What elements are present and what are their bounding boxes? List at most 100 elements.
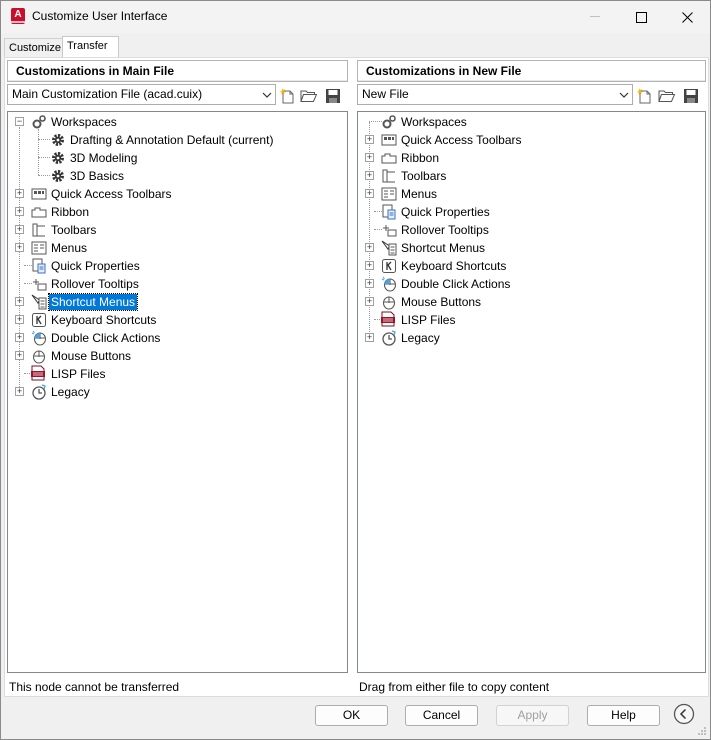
gear-icon	[52, 170, 64, 182]
tree-node-menus[interactable]: + Menus	[358, 185, 705, 203]
tree-node-double-click-actions[interactable]: + Double Click Actions	[8, 329, 347, 347]
tree-node-mouse-buttons[interactable]: + Mouse Buttons	[8, 347, 347, 365]
expand-toggle-icon[interactable]: +	[15, 207, 24, 216]
right-tree-view[interactable]: Workspaces + Quick Access Toolbars + Rib…	[357, 111, 706, 673]
expand-toggle-icon[interactable]: +	[365, 279, 374, 288]
tree-node-quick-properties[interactable]: Quick Properties	[8, 257, 347, 275]
double-click-mouse-icon	[31, 330, 46, 346]
tree-node-quick-properties[interactable]: Quick Properties	[358, 203, 705, 221]
tree-node-mouse-buttons[interactable]: + Mouse Buttons	[358, 293, 705, 311]
tab-transfer[interactable]: Transfer	[62, 36, 119, 58]
legacy-clock-icon	[382, 330, 396, 346]
tree-node-workspace-3d-basics[interactable]: 3D Basics	[8, 167, 347, 185]
expand-toggle-icon[interactable]: +	[15, 333, 24, 342]
tree-node-label: Shortcut Menus	[47, 293, 139, 311]
tree-node-workspace-drafting[interactable]: Drafting & Annotation Default (current)	[8, 131, 347, 149]
tree-node-legacy[interactable]: + Legacy	[358, 329, 705, 347]
tree-node-rollover-tooltips[interactable]: Rollover Tooltips	[8, 275, 347, 293]
tree-node-label: Toolbars	[401, 169, 447, 183]
tree-node-keyboard-shortcuts[interactable]: + Keyboard Shortcuts	[358, 257, 705, 275]
expand-toggle-icon[interactable]: +	[365, 135, 374, 144]
tree-node-label: Double Click Actions	[401, 277, 511, 291]
tree-node-ribbon[interactable]: + Ribbon	[8, 203, 347, 221]
apply-button[interactable]: Apply	[496, 705, 569, 726]
ribbon-icon	[31, 207, 47, 218]
customize-ui-dialog: A Customize User Interface Customize Tra…	[0, 0, 711, 740]
minimize-button[interactable]	[572, 1, 618, 33]
ok-button[interactable]: OK	[315, 705, 388, 726]
quick-access-toolbar-icon	[31, 188, 47, 200]
cancel-button[interactable]: Cancel	[405, 705, 478, 726]
workspace-gears-icon	[32, 115, 46, 129]
expand-toggle-icon[interactable]: +	[15, 243, 24, 252]
left-file-select[interactable]: Main Customization File (acad.cuix)	[7, 84, 276, 105]
expand-toggle-icon[interactable]: +	[365, 297, 374, 306]
tree-node-double-click-actions[interactable]: + Double Click Actions	[358, 275, 705, 293]
expand-toggle-icon[interactable]: +	[365, 189, 374, 198]
gear-icon	[52, 134, 64, 146]
expand-toggle-icon[interactable]: +	[365, 261, 374, 270]
expand-toggle-icon[interactable]: +	[15, 189, 24, 198]
tree-node-ribbon[interactable]: + Ribbon	[358, 149, 705, 167]
expand-toggle-icon[interactable]: +	[15, 315, 24, 324]
left-open-file-button[interactable]	[299, 86, 319, 106]
tree-node-label: LISP Files	[51, 367, 106, 381]
tree-node-workspaces[interactable]: Workspaces	[358, 113, 705, 131]
expand-toggle-icon[interactable]: +	[365, 171, 374, 180]
ribbon-icon	[381, 153, 397, 164]
tree-node-toolbars[interactable]: + Toolbars	[8, 221, 347, 239]
tree-node-keyboard-shortcuts[interactable]: + Keyboard Shortcuts	[8, 311, 347, 329]
tree-node-lisp-files[interactable]: LISP Files	[358, 311, 705, 329]
tab-customize[interactable]: Customize	[4, 38, 63, 58]
tree-node-quick-access-toolbars[interactable]: + Quick Access Toolbars	[358, 131, 705, 149]
right-new-file-button[interactable]	[635, 86, 655, 106]
tree-node-label: Mouse Buttons	[51, 349, 132, 363]
left-new-file-button[interactable]	[278, 86, 298, 106]
expand-toggle-icon[interactable]: +	[365, 243, 374, 252]
shortcut-menu-icon	[31, 294, 47, 310]
tree-node-shortcut-menus[interactable]: + Shortcut Menus	[8, 293, 347, 311]
expand-toggle-icon[interactable]: +	[15, 225, 24, 234]
left-tree-view[interactable]: − Workspaces Drafting & Annotation Defau…	[7, 111, 348, 673]
expand-toggle-icon[interactable]: +	[15, 351, 24, 360]
expand-toggle-icon[interactable]: +	[15, 387, 24, 396]
right-save-button[interactable]	[681, 86, 701, 106]
tree-node-workspace-3d-modeling[interactable]: 3D Modeling	[8, 149, 347, 167]
workspace-gears-icon	[382, 115, 396, 129]
left-save-button[interactable]	[323, 86, 343, 106]
right-pane-header: Customizations in New File	[357, 60, 706, 82]
expand-toggle-icon[interactable]: +	[15, 297, 24, 306]
resize-grip-icon[interactable]	[697, 726, 707, 736]
tree-node-label: Quick Access Toolbars	[51, 187, 172, 201]
tree-node-workspaces[interactable]: − Workspaces	[8, 113, 347, 131]
tree-node-label: Mouse Buttons	[401, 295, 482, 309]
help-button[interactable]: Help	[587, 705, 660, 726]
open-folder-icon	[658, 90, 676, 102]
lisp-file-icon	[31, 365, 45, 381]
tree-node-label: Toolbars	[51, 223, 97, 237]
toolbar-icon	[32, 223, 45, 237]
autocad-app-icon: A	[11, 8, 25, 24]
tree-node-menus[interactable]: + Menus	[8, 239, 347, 257]
tree-node-rollover-tooltips[interactable]: Rollover Tooltips	[358, 221, 705, 239]
tree-node-label: Legacy	[51, 385, 90, 399]
expand-toggle-icon[interactable]: +	[365, 153, 374, 162]
collapse-panel-button[interactable]	[673, 703, 695, 725]
right-open-file-button[interactable]	[657, 86, 677, 106]
right-file-select[interactable]: New File	[357, 84, 633, 105]
close-button[interactable]	[664, 1, 710, 33]
tree-node-quick-access-toolbars[interactable]: + Quick Access Toolbars	[8, 185, 347, 203]
tree-node-toolbars[interactable]: + Toolbars	[358, 167, 705, 185]
tree-node-label: Rollover Tooltips	[51, 277, 139, 291]
tree-node-label: Quick Access Toolbars	[401, 133, 522, 147]
left-pane-header: Customizations in Main File	[7, 60, 348, 82]
expand-toggle-icon[interactable]: +	[365, 333, 374, 342]
window-title: Customize User Interface	[32, 9, 168, 23]
menu-icon	[31, 241, 47, 255]
tree-node-lisp-files[interactable]: LISP Files	[8, 365, 347, 383]
tree-node-legacy[interactable]: + Legacy	[8, 383, 347, 401]
collapse-toggle-icon[interactable]: −	[15, 117, 24, 126]
tree-node-shortcut-menus[interactable]: + Shortcut Menus	[358, 239, 705, 257]
double-click-mouse-icon	[381, 276, 396, 292]
maximize-button[interactable]	[618, 1, 664, 33]
